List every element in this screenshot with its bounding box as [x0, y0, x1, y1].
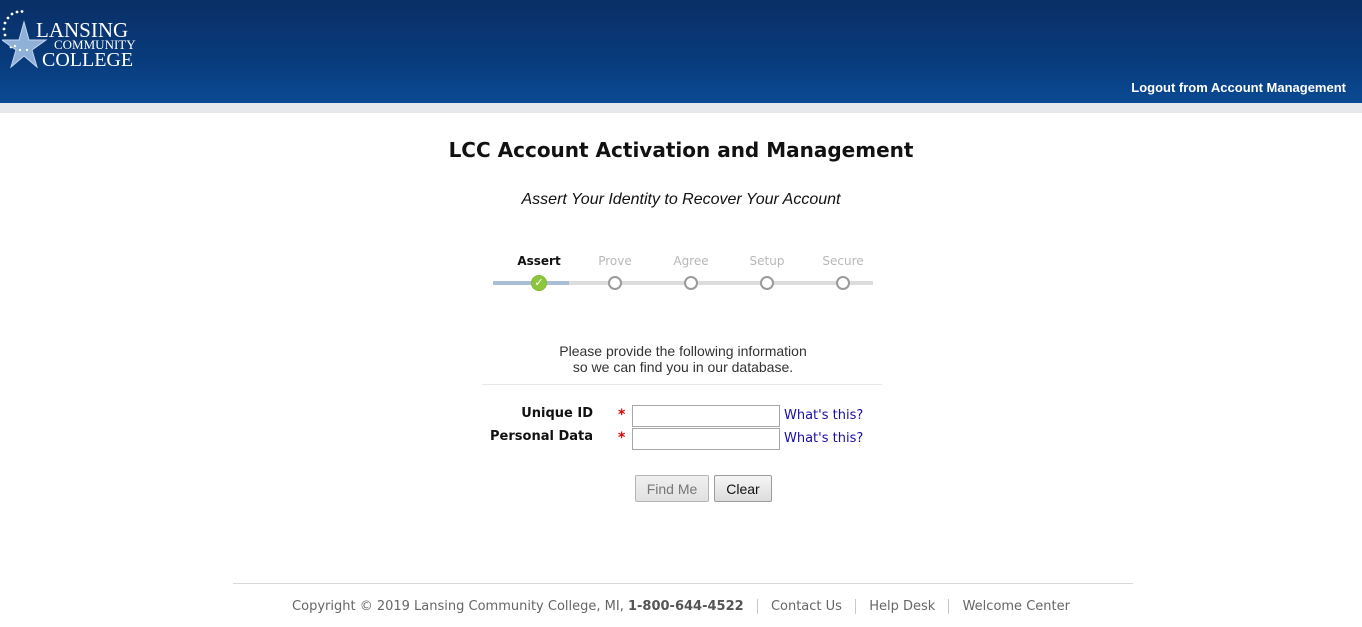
page-title: LCC Account Activation and Management	[448, 138, 914, 162]
site-footer: Copyright © 2019 Lansing Community Colle…	[0, 599, 1362, 614]
footer-link-help-desk[interactable]: Help Desk	[869, 599, 935, 614]
college-logo[interactable]: LANSING COMMUNITY COLLEGE	[2, 10, 162, 74]
find-me-button[interactable]: Find Me	[635, 475, 709, 502]
step-pending-circle-icon	[836, 276, 850, 290]
personal-data-help-link[interactable]: What's this?	[784, 431, 863, 446]
footer-separator	[756, 599, 758, 614]
clear-button[interactable]: Clear	[714, 475, 772, 502]
personal-data-input[interactable]	[632, 428, 780, 450]
header-divider-strip	[0, 103, 1362, 113]
instructions-divider	[482, 384, 882, 385]
instructions-line-1: Please provide the following information	[559, 343, 807, 359]
logout-link[interactable]: Logout from Account Management	[1131, 80, 1346, 95]
page-subtitle: Assert Your Identity to Recover Your Acc…	[521, 191, 841, 208]
personal-data-required-mark: *	[618, 430, 626, 446]
footer-divider	[233, 583, 1133, 584]
unique-id-input[interactable]	[632, 405, 780, 427]
footer-copyright: Copyright © 2019 Lansing Community Colle…	[292, 599, 624, 614]
step-pending-circle-icon	[684, 276, 698, 290]
step-complete-check-icon: ✓	[531, 275, 547, 291]
unique-id-required-mark: *	[618, 407, 626, 423]
progress-stepper: Assert ✓ Prove Agree Setup Secure	[493, 250, 873, 300]
unique-id-label: Unique ID	[521, 406, 593, 421]
step-label-secure: Secure	[822, 254, 864, 268]
footer-separator	[855, 599, 857, 614]
footer-separator	[948, 599, 950, 614]
step-pending-circle-icon	[608, 276, 622, 290]
site-header: LANSING COMMUNITY COLLEGE Logout from Ac…	[0, 0, 1362, 103]
instructions-line-2: so we can find you in our database.	[572, 359, 794, 375]
unique-id-help-link[interactable]: What's this?	[784, 408, 863, 423]
footer-link-welcome-center[interactable]: Welcome Center	[963, 599, 1070, 614]
footer-phone: 1-800-644-4522	[627, 599, 744, 614]
logo-text-college: COLLEGE	[42, 49, 134, 71]
step-pending-circle-icon	[760, 276, 774, 290]
footer-link-contact-us[interactable]: Contact Us	[771, 599, 842, 614]
personal-data-label: Personal Data	[490, 429, 593, 444]
